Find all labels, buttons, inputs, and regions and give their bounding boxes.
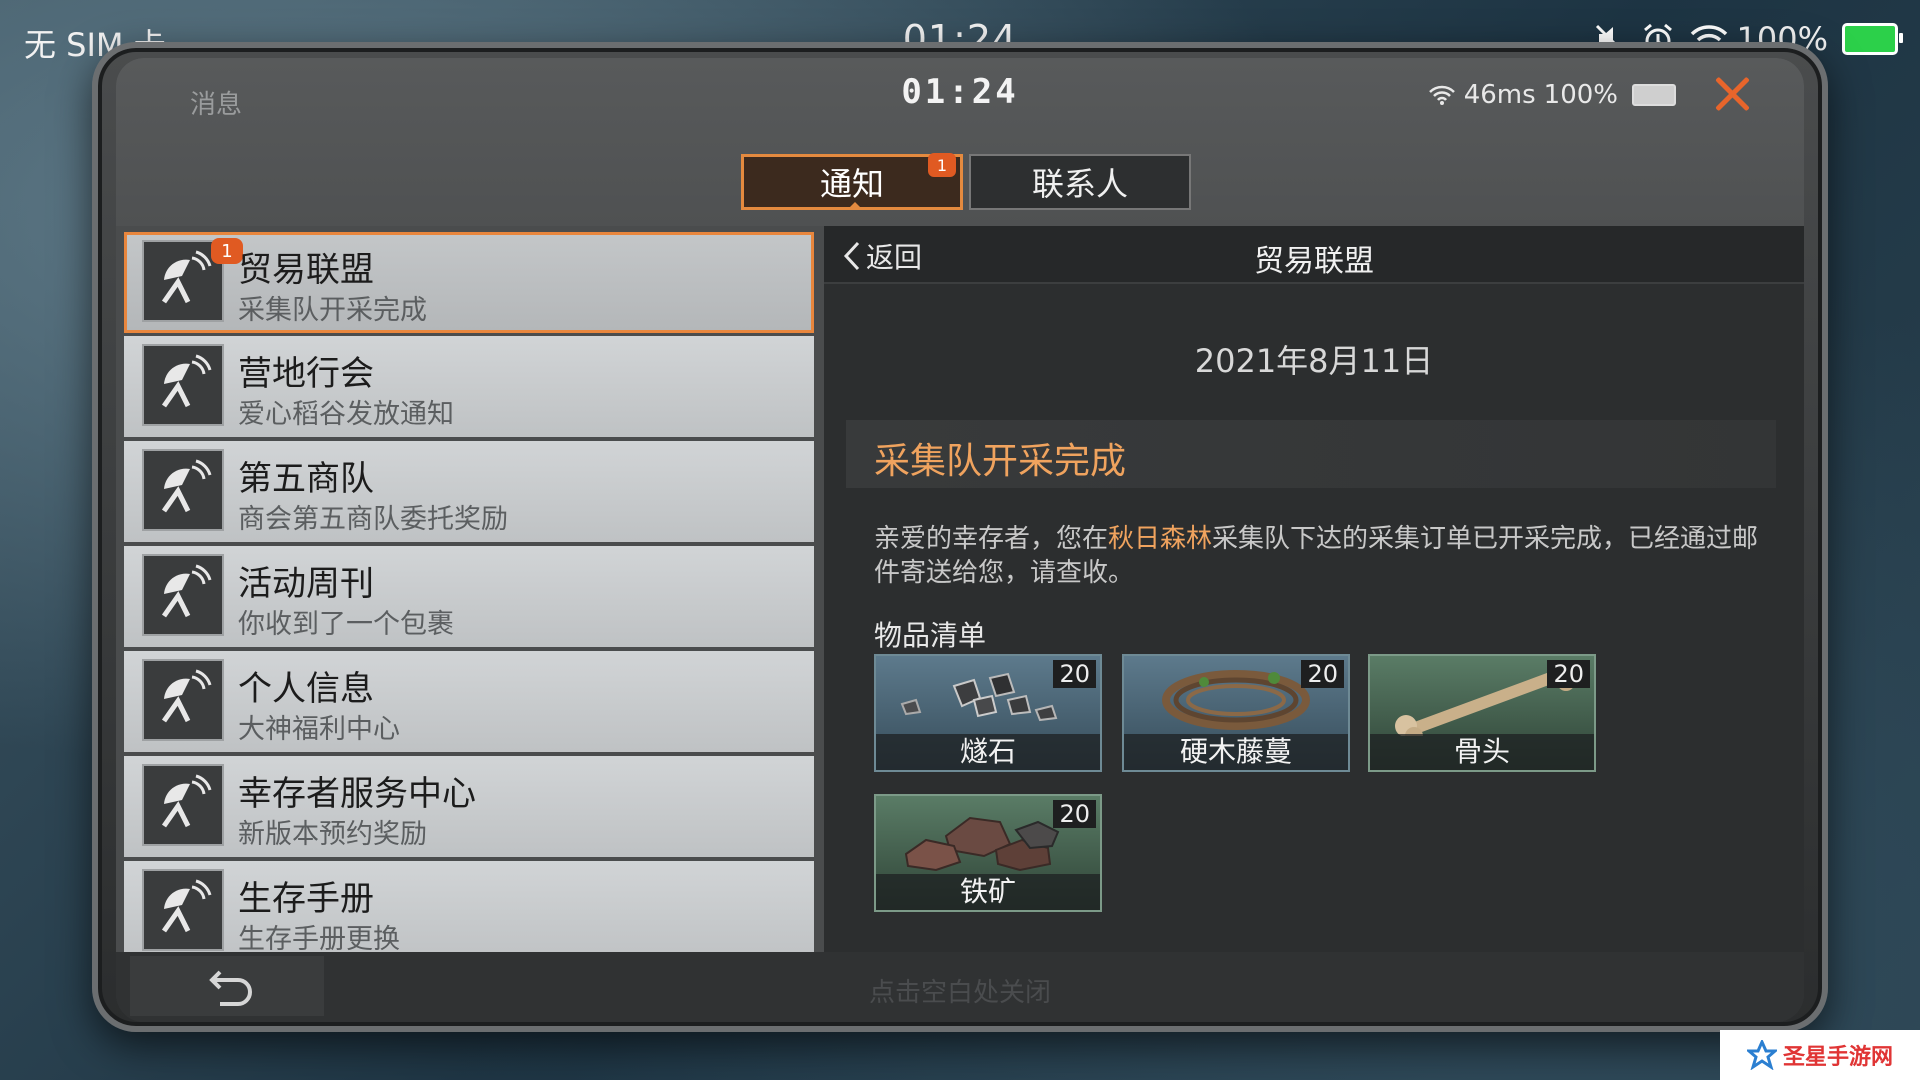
message-subtitle: 爱心稻谷发放通知: [238, 399, 454, 430]
item-quantity: 20: [1547, 660, 1590, 688]
message-subject: 采集队开采完成: [874, 441, 1127, 482]
items-list-label: 物品清单: [874, 619, 987, 652]
tab-label: 联系人: [1031, 165, 1128, 203]
message-title: 活动周刊: [238, 564, 374, 604]
body-text-start: 亲爱的幸存者，您在: [874, 524, 1109, 554]
message-title: 生存手册: [238, 879, 374, 919]
message-title: 营地行会: [238, 354, 374, 394]
detail-title: 贸易联盟: [1254, 244, 1374, 279]
list-item-survival-manual[interactable]: 生存手册 生存手册更换: [124, 861, 814, 952]
tab-contacts[interactable]: 联系人: [969, 154, 1191, 210]
footer-bar: 点击空白处关闭: [116, 952, 1804, 1022]
message-title: 幸存者服务中心: [238, 774, 476, 814]
message-subtitle: 商会第五商队委托奖励: [238, 504, 508, 535]
message-title: 贸易联盟: [238, 250, 374, 290]
header-bar: 消息 01:24 46ms 100% 通知 1 联系人: [116, 58, 1804, 226]
item-card-iron-ore[interactable]: 20 铁矿: [874, 794, 1102, 912]
message-subtitle: 你收到了一个包裹: [238, 609, 454, 640]
close-hint[interactable]: 点击空白处关闭: [116, 972, 1804, 1009]
item-card-flint[interactable]: 20 燧石: [874, 654, 1102, 772]
game-battery-icon: [1632, 84, 1676, 106]
message-screen: 消息 01:24 46ms 100% 通知 1 联系人 1 贸易联盟 采集队开采…: [116, 58, 1804, 1022]
list-item-trade-alliance[interactable]: 1 贸易联盟 采集队开采完成: [124, 232, 814, 333]
list-item-personal-info[interactable]: 个人信息 大神福利中心: [124, 651, 814, 752]
radar-icon: [142, 869, 224, 951]
watermark-text: 圣星手游网: [1782, 1045, 1893, 1070]
item-name: 燧石: [876, 734, 1100, 770]
item-name: 骨头: [1370, 734, 1594, 770]
list-item-survivor-service[interactable]: 幸存者服务中心 新版本预约奖励: [124, 756, 814, 857]
item-quantity: 20: [1053, 660, 1096, 688]
battery-icon: [1842, 23, 1903, 55]
item-quantity: 20: [1301, 660, 1344, 688]
tablet-frame: 消息 01:24 46ms 100% 通知 1 联系人 1 贸易联盟 采集队开采…: [92, 42, 1828, 1032]
network-status: 46ms 100%: [1428, 80, 1676, 110]
item-card-bone[interactable]: 20 骨头: [1368, 654, 1596, 772]
list-item-fifth-caravan[interactable]: 第五商队 商会第五商队委托奖励: [124, 441, 814, 542]
body-highlight: 秋日森林: [1108, 524, 1213, 554]
wifi-signal-icon: [1428, 85, 1455, 105]
message-subtitle: 生存手册更换: [238, 924, 400, 952]
message-title: 个人信息: [238, 669, 374, 709]
message-detail: 返回 贸易联盟 2021年8月11日 采集队开采完成 亲爱的幸存者，您在秋日森林…: [824, 226, 1804, 952]
list-item-camp-guild[interactable]: 营地行会 爱心稻谷发放通知: [124, 336, 814, 437]
message-body: 亲爱的幸存者，您在秋日森林采集队下达的采集订单已开采完成，已经通过邮件寄送给您，…: [874, 522, 1774, 590]
message-subtitle: 新版本预约奖励: [238, 819, 427, 850]
item-name: 铁矿: [876, 874, 1100, 910]
tab-label: 通知: [819, 165, 884, 203]
close-icon[interactable]: [1712, 72, 1752, 112]
tab-notifications[interactable]: 通知 1: [741, 153, 963, 210]
tab-badge: 1: [928, 153, 956, 177]
detail-header: 返回 贸易联盟: [824, 226, 1804, 284]
radar-icon: [142, 659, 224, 741]
item-card-hardwood-vine[interactable]: 20 硬木藤蔓: [1122, 654, 1350, 772]
message-list[interactable]: 1 贸易联盟 采集队开采完成 营地行会 爱心稻谷发放通知 第五商队 商会第五商队…: [116, 226, 824, 952]
radar-icon: [142, 344, 224, 426]
watermark: 圣星手游网: [1720, 1030, 1920, 1080]
item-quantity: 20: [1053, 800, 1096, 828]
radar-icon: [142, 554, 224, 636]
message-date: 2021年8月11日: [1194, 342, 1434, 380]
tab-bar: 通知 1 联系人: [741, 153, 1191, 210]
list-item-event-weekly[interactable]: 活动周刊 你收到了一个包裹: [124, 546, 814, 647]
message-subtitle: 大神福利中心: [238, 714, 400, 745]
ping-value: 46ms: [1463, 80, 1536, 110]
star-logo-icon: [1746, 1040, 1777, 1070]
game-battery-percent: 100%: [1543, 80, 1618, 110]
message-subtitle: 采集队开采完成: [238, 295, 427, 326]
item-name: 硬木藤蔓: [1124, 734, 1348, 770]
radar-icon: [142, 764, 224, 846]
subject-banner: 采集队开采完成: [846, 420, 1776, 488]
radar-icon: [142, 449, 224, 531]
message-title: 第五商队: [238, 459, 374, 499]
